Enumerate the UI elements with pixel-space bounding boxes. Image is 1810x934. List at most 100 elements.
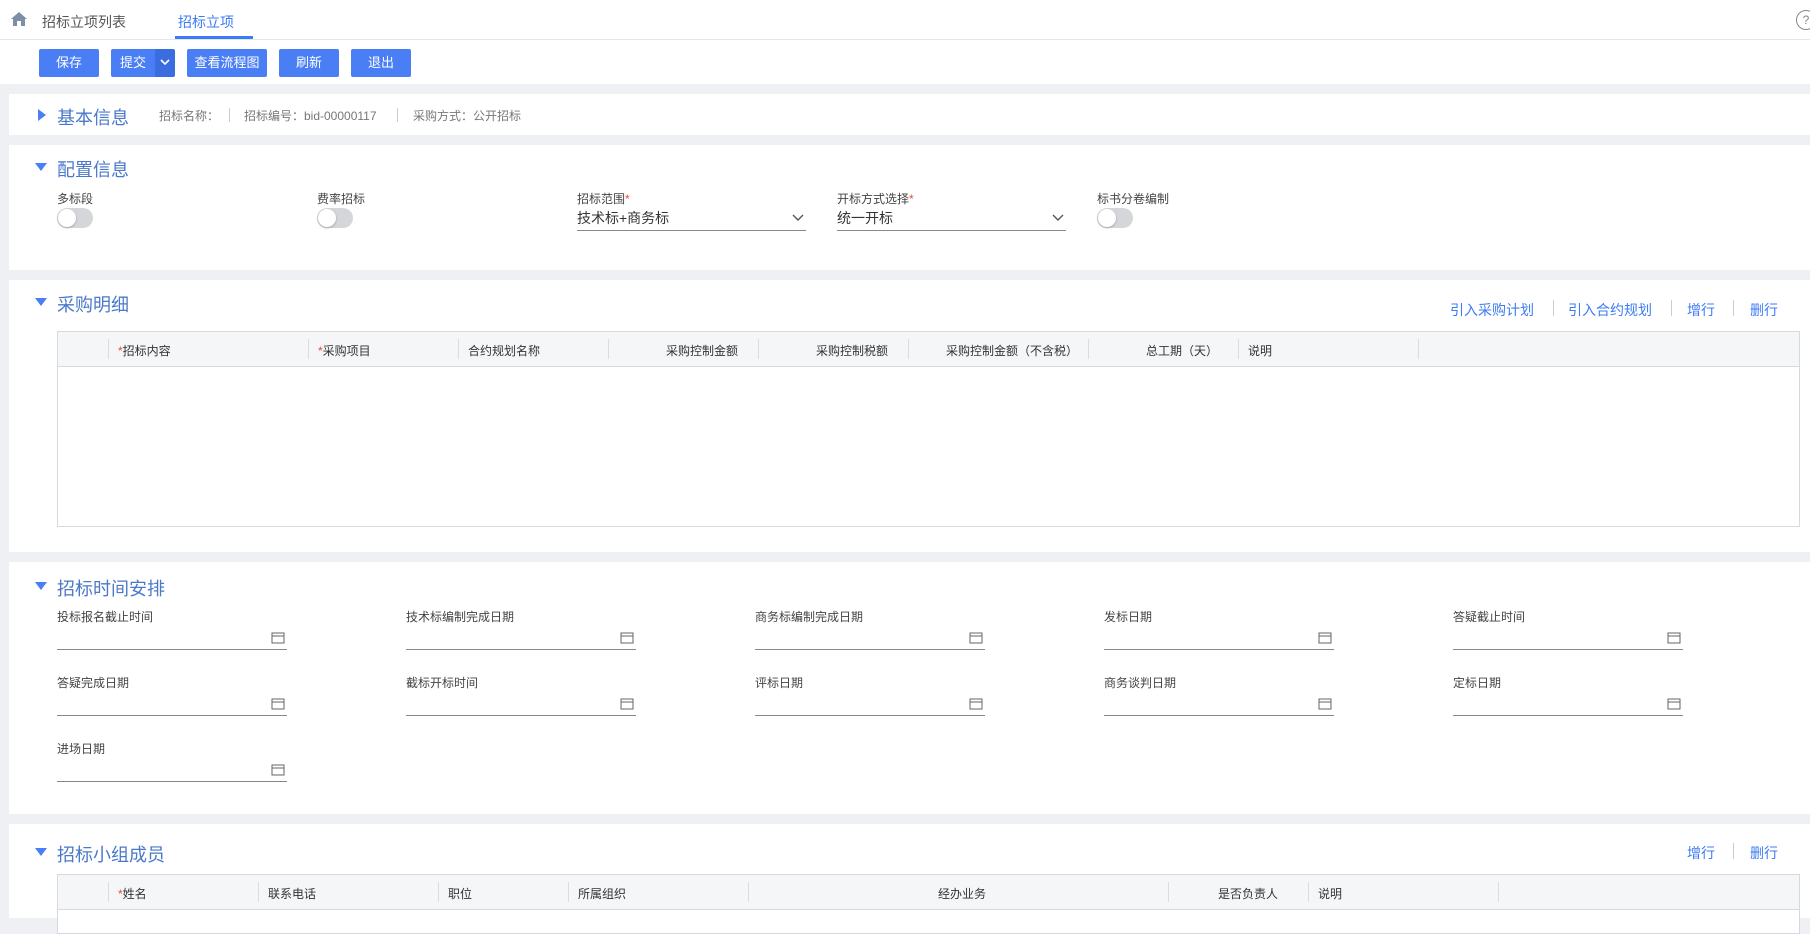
- calendar-icon[interactable]: [1667, 632, 1681, 644]
- scope-select[interactable]: 技术标+商务标: [577, 208, 806, 231]
- bid-number-text: 招标编号：bid-00000117: [244, 109, 377, 123]
- active-tab-indicator: [175, 36, 253, 39]
- column-header-business: 经办业务: [938, 887, 987, 901]
- exit-button[interactable]: 退出: [351, 49, 411, 77]
- table-header: *招标内容 *采购项目 合约规划名称 采购控制金额 采购控制税额 采购控制金额（…: [58, 332, 1799, 367]
- add-row-link[interactable]: 增行: [1687, 843, 1715, 863]
- column-divider: [608, 339, 609, 359]
- evaluation-date-label: 评标日期: [755, 676, 804, 690]
- site-entry-label: 进场日期: [57, 742, 106, 756]
- award-date-input[interactable]: [1453, 693, 1683, 716]
- column-divider: [1498, 882, 1499, 902]
- expand-caret-icon[interactable]: [38, 109, 46, 121]
- team-members-table: *姓名 联系电话 职位 所属组织 经办业务 是否负责人 说明: [57, 874, 1800, 934]
- evaluation-date-input[interactable]: [755, 693, 985, 716]
- section-title-schedule[interactable]: 招标时间安排: [57, 575, 165, 601]
- column-header-is-leader: 是否负责人: [1217, 887, 1278, 901]
- section-title-basic-info[interactable]: 基本信息: [57, 104, 129, 130]
- award-date-label: 定标日期: [1453, 676, 1502, 690]
- home-icon[interactable]: [10, 11, 28, 27]
- signup-deadline-input[interactable]: [57, 627, 287, 650]
- section-title-config[interactable]: 配置信息: [57, 156, 129, 182]
- business-bid-complete-input[interactable]: [755, 627, 985, 650]
- negotiation-date-input[interactable]: [1104, 693, 1334, 716]
- column-header-remarks: 说明: [1318, 887, 1343, 901]
- column-divider: [908, 339, 909, 359]
- column-divider: [438, 882, 439, 902]
- issue-date-label: 发标日期: [1104, 610, 1153, 624]
- site-entry-input[interactable]: [57, 759, 287, 782]
- tech-bid-complete-input[interactable]: [406, 627, 636, 650]
- chevron-down-icon: [792, 214, 804, 221]
- negotiation-date-label: 商务谈判日期: [1104, 676, 1177, 690]
- calendar-icon[interactable]: [1667, 698, 1681, 710]
- tab-bar: 招标立项列表 招标立项 ?: [0, 0, 1810, 40]
- column-divider: [308, 339, 309, 359]
- qa-deadline-input[interactable]: [1453, 627, 1683, 650]
- purchase-method-text: 采购方式：公开招标: [413, 109, 522, 123]
- column-divider: [458, 339, 459, 359]
- collapse-caret-icon[interactable]: [35, 848, 47, 856]
- add-row-link[interactable]: 增行: [1687, 300, 1715, 320]
- collapse-caret-icon[interactable]: [35, 298, 47, 306]
- opening-method-label: 开标方式选择*: [837, 192, 914, 206]
- qa-complete-input[interactable]: [57, 693, 287, 716]
- column-divider: [1168, 882, 1169, 902]
- submit-dropdown-button[interactable]: [155, 49, 175, 77]
- tab-bid-project-list[interactable]: 招标立项列表: [42, 12, 126, 32]
- calendar-icon[interactable]: [271, 764, 285, 776]
- opening-method-select[interactable]: 统一开标: [837, 208, 1066, 231]
- issue-date-input[interactable]: [1104, 627, 1334, 650]
- section-title-team-members[interactable]: 招标小组成员: [57, 841, 165, 867]
- qa-complete-label: 答疑完成日期: [57, 676, 130, 690]
- column-header-duration-days: 总工期（天）: [1145, 344, 1218, 358]
- column-header-contract-plan-name: 合约规划名称: [468, 344, 541, 358]
- delete-row-link[interactable]: 删行: [1750, 300, 1778, 320]
- volume-compile-label: 标书分卷编制: [1097, 192, 1170, 206]
- divider: [1553, 300, 1554, 316]
- divider: [229, 108, 230, 122]
- section-title-purchase-detail[interactable]: 采购明细: [57, 291, 129, 317]
- tab-bid-project[interactable]: 招标立项: [178, 12, 234, 32]
- import-purchase-plan-link[interactable]: 引入采购计划: [1450, 300, 1534, 320]
- import-contract-plan-link[interactable]: 引入合约规划: [1568, 300, 1652, 320]
- calendar-icon[interactable]: [969, 632, 983, 644]
- rate-bid-label: 费率招标: [317, 192, 366, 206]
- column-header-bid-content: *招标内容: [118, 344, 171, 358]
- divider: [1733, 843, 1734, 859]
- multi-section-label: 多标段: [57, 192, 94, 206]
- divider: [1671, 300, 1672, 316]
- refresh-button[interactable]: 刷新: [279, 49, 339, 77]
- multi-section-toggle[interactable]: [57, 208, 93, 228]
- calendar-icon[interactable]: [271, 632, 285, 644]
- signup-deadline-label: 投标报名截止时间: [57, 610, 154, 624]
- save-button[interactable]: 保存: [39, 49, 99, 77]
- column-header-control-amount: 采购控制金额: [665, 344, 738, 358]
- collapse-caret-icon[interactable]: [35, 163, 47, 171]
- table-header: *姓名 联系电话 职位 所属组织 经办业务 是否负责人 说明: [58, 875, 1799, 910]
- calendar-icon[interactable]: [1318, 698, 1332, 710]
- column-header-organization: 所属组织: [578, 887, 627, 901]
- calendar-icon[interactable]: [271, 698, 285, 710]
- column-divider: [748, 882, 749, 902]
- volume-compile-toggle[interactable]: [1097, 208, 1133, 228]
- column-header-purchase-item: *采购项目: [318, 344, 371, 358]
- help-icon[interactable]: ?: [1796, 10, 1810, 30]
- calendar-icon[interactable]: [1318, 632, 1332, 644]
- calendar-icon[interactable]: [620, 632, 634, 644]
- calendar-icon[interactable]: [969, 698, 983, 710]
- column-header-name: *姓名: [118, 887, 147, 901]
- toolbar: 保存 提交 查看流程图 刷新 退出: [0, 40, 1810, 84]
- collapse-caret-icon[interactable]: [35, 582, 47, 590]
- view-flowchart-button[interactable]: 查看流程图: [187, 49, 267, 77]
- chevron-down-icon: [160, 59, 170, 66]
- column-divider: [1308, 882, 1309, 902]
- submit-button[interactable]: 提交: [111, 49, 155, 77]
- delete-row-link[interactable]: 删行: [1750, 843, 1778, 863]
- rate-bid-toggle[interactable]: [317, 208, 353, 228]
- column-divider: [1088, 339, 1089, 359]
- calendar-icon[interactable]: [620, 698, 634, 710]
- divider: [1733, 300, 1734, 316]
- bid-closing-input[interactable]: [406, 693, 636, 716]
- column-divider: [108, 882, 109, 902]
